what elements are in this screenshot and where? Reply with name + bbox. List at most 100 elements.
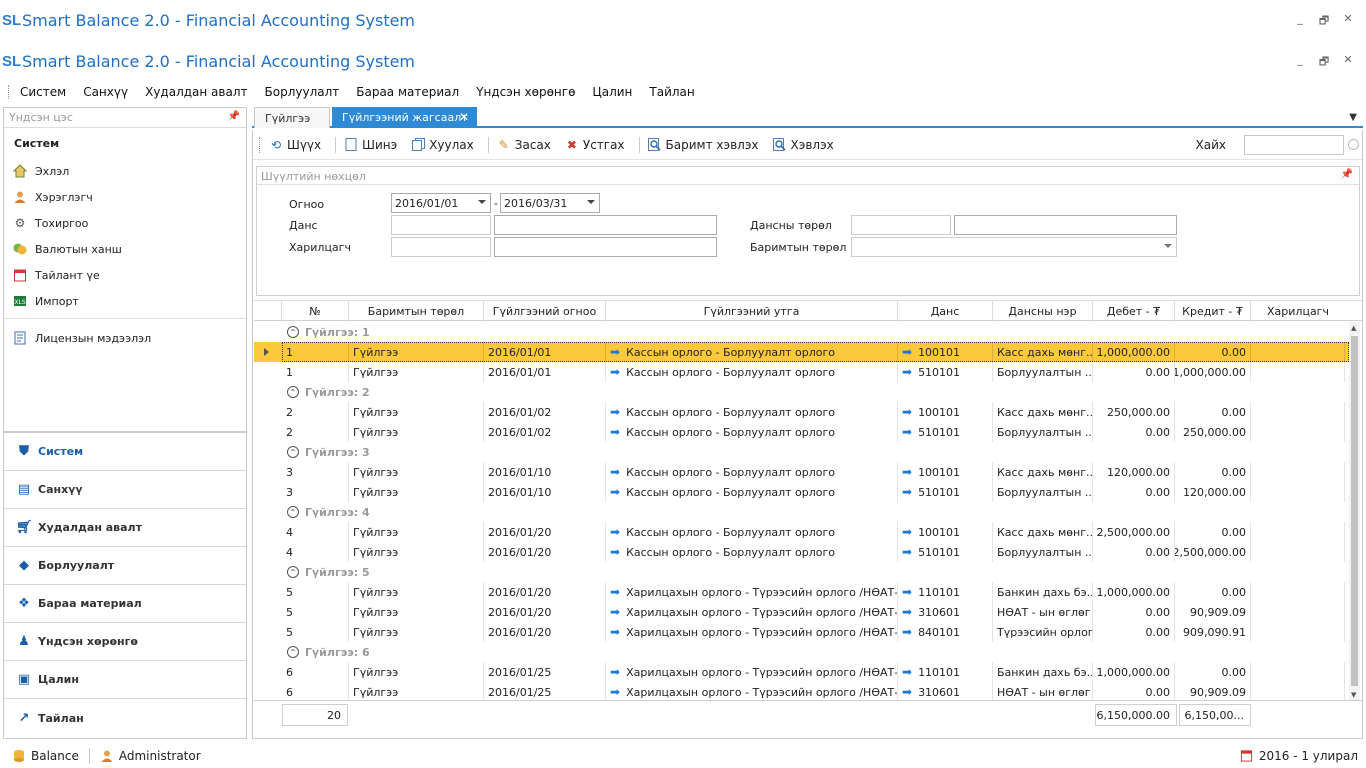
cell-account-name[interactable]: Борлуулалтын ...	[993, 542, 1093, 562]
cell-credit[interactable]: 0.00	[1175, 522, 1251, 542]
chevron-down-icon[interactable]	[587, 200, 595, 204]
restore-button[interactable]: 🗗	[1318, 12, 1330, 31]
row-indicator[interactable]	[254, 362, 282, 382]
cell-partner[interactable]	[1251, 462, 1345, 482]
cell-description[interactable]: ➡ Кассын орлого - Борлуулалт орлого	[606, 342, 898, 362]
cell-no[interactable]: 4	[282, 542, 349, 562]
sidebar-item-import[interactable]: XLS Импорт	[4, 288, 246, 314]
cell-account[interactable]: ➡ 100101	[898, 402, 993, 422]
menu-item-sales[interactable]: Борлуулалт	[265, 85, 340, 99]
row-indicator[interactable]	[254, 422, 282, 442]
edit-button[interactable]: ✎ Засах	[497, 138, 551, 152]
cell-no[interactable]: 5	[282, 622, 349, 642]
cell-account[interactable]: ➡ 100101	[898, 462, 993, 482]
collapse-toggle-icon[interactable]: ⌃	[287, 386, 299, 398]
cell-description[interactable]: ➡ Харилцахын орлого - Түрээсийн орлого /Н…	[606, 662, 898, 682]
cell-description[interactable]: ➡ Кассын орлого - Борлуулалт орлого	[606, 542, 898, 562]
sidebar-item-period[interactable]: Тайлант үе	[4, 262, 246, 288]
column-header-date[interactable]: Гүйлгээний огноо	[484, 301, 606, 322]
new-button[interactable]: Шинэ	[344, 138, 397, 152]
cell-account-name[interactable]: Банкин дахь бэ...	[993, 582, 1093, 602]
cell-description[interactable]: ➡ Харилцахын орлого - Түрээсийн орлого /Н…	[606, 682, 898, 700]
menu-item-system[interactable]: Систем	[20, 85, 66, 99]
account-type-name-field[interactable]	[954, 215, 1177, 235]
group-row[interactable]: ⌃ Гүйлгээ: 5	[254, 562, 1349, 582]
menu-item-purchase[interactable]: Худалдан авалт	[145, 85, 247, 99]
sidebar-item-currency[interactable]: Валютын ханш	[4, 236, 246, 262]
cell-debit[interactable]: 120,000.00	[1093, 462, 1175, 482]
cell-account[interactable]: ➡ 510101	[898, 482, 993, 502]
cell-partner[interactable]	[1251, 342, 1345, 362]
cell-doc-type[interactable]: Гүйлгээ	[349, 582, 484, 602]
row-indicator[interactable]	[254, 662, 282, 682]
cell-doc-type[interactable]: Гүйлгээ	[349, 602, 484, 622]
sidebar-item-user[interactable]: Хэрэглэгч	[4, 184, 246, 210]
column-header-account-name[interactable]: Дансны нэр	[993, 301, 1093, 322]
cell-credit[interactable]: 0.00	[1175, 662, 1251, 682]
minimize-button[interactable]: _	[1294, 53, 1306, 72]
cell-account[interactable]: ➡ 510101	[898, 362, 993, 382]
sidebar-search[interactable]: Үндсэн цэс 📌	[4, 108, 246, 128]
cell-debit[interactable]: 0.00	[1093, 542, 1175, 562]
cell-date[interactable]: 2016/01/25	[484, 662, 606, 682]
row-indicator[interactable]	[254, 402, 282, 422]
tab-transaction[interactable]: Гүйлгээ	[254, 107, 330, 128]
filter-button[interactable]: ⟲ Шүүх	[269, 138, 321, 152]
cell-description[interactable]: ➡ Харилцахын орлого - Түрээсийн орлого /Н…	[606, 602, 898, 622]
vertical-scrollbar[interactable]: ▲ ▼	[1349, 322, 1360, 700]
column-header-doc-type[interactable]: Баримтын төрөл	[349, 301, 484, 322]
cell-credit[interactable]: 90,909.09	[1175, 682, 1251, 700]
cell-date[interactable]: 2016/01/02	[484, 402, 606, 422]
cell-debit[interactable]: 1,000,000.00	[1093, 662, 1175, 682]
cell-date[interactable]: 2016/01/20	[484, 522, 606, 542]
cell-partner[interactable]	[1251, 542, 1345, 562]
cell-date[interactable]: 2016/01/20	[484, 622, 606, 642]
cell-partner[interactable]	[1251, 362, 1345, 382]
restore-button[interactable]: 🗗	[1318, 53, 1330, 72]
partner-name-field[interactable]	[494, 237, 717, 257]
cell-account[interactable]: ➡ 100101	[898, 522, 993, 542]
nav-button-purchase[interactable]: 🛒︎ Худалдан авалт	[4, 509, 246, 547]
menu-item-payroll[interactable]: Цалин	[592, 85, 632, 99]
minimize-button[interactable]: _	[1294, 12, 1306, 31]
date-to-field[interactable]: 2016/03/31	[500, 193, 600, 213]
cell-no[interactable]: 3	[282, 482, 349, 502]
cell-account[interactable]: ➡ 100101	[898, 342, 993, 362]
cell-debit[interactable]: 0.00	[1093, 422, 1175, 442]
table-row[interactable]: 5 Гүйлгээ 2016/01/20 ➡ Харилцахын орлого - Т…	[254, 602, 1349, 622]
cell-partner[interactable]	[1251, 582, 1345, 602]
table-row[interactable]: 4 Гүйлгээ 2016/01/20 ➡ Кассын орлого - Борлу…	[254, 522, 1349, 542]
menu-item-fixed-assets[interactable]: Үндсэн хөрөнгө	[476, 85, 575, 99]
scrollbar-thumb[interactable]	[1351, 336, 1358, 686]
cell-date[interactable]: 2016/01/10	[484, 482, 606, 502]
table-row[interactable]: 4 Гүйлгээ 2016/01/20 ➡ Кассын орлого - Борлу…	[254, 542, 1349, 562]
doc-type-select[interactable]	[851, 237, 1177, 257]
cell-date[interactable]: 2016/01/25	[484, 682, 606, 700]
print-document-button[interactable]: Баримт хэвлэх	[648, 138, 759, 152]
cell-debit[interactable]: 0.00	[1093, 622, 1175, 642]
cell-partner[interactable]	[1251, 602, 1345, 622]
date-from-field[interactable]: 2016/01/01	[391, 193, 491, 213]
pin-icon[interactable]: 📌	[228, 111, 240, 122]
column-header-partner[interactable]: Харилцагч	[1251, 301, 1345, 322]
cell-account[interactable]: ➡ 110101	[898, 582, 993, 602]
table-row[interactable]: 2 Гүйлгээ 2016/01/02 ➡ Кассын орлого - Борлу…	[254, 402, 1349, 422]
cell-debit[interactable]: 0.00	[1093, 682, 1175, 700]
cell-date[interactable]: 2016/01/01	[484, 362, 606, 382]
cell-doc-type[interactable]: Гүйлгээ	[349, 522, 484, 542]
cell-account-name[interactable]: Борлуулалтын ...	[993, 482, 1093, 502]
row-indicator[interactable]	[254, 622, 282, 642]
table-row[interactable]: 1 Гүйлгээ 2016/01/01 ➡ Кассын орлого - Борлу…	[254, 342, 1349, 362]
group-row[interactable]: ⌃ Гүйлгээ: 2	[254, 382, 1349, 402]
cell-doc-type[interactable]: Гүйлгээ	[349, 402, 484, 422]
cell-debit[interactable]: 0.00	[1093, 362, 1175, 382]
cell-description[interactable]: ➡ Кассын орлого - Борлуулалт орлого	[606, 482, 898, 502]
print-button[interactable]: Хэвлэх	[773, 138, 834, 152]
cell-debit[interactable]: 1,000,000.00	[1093, 342, 1175, 362]
close-button[interactable]: ✕	[1342, 12, 1354, 31]
cell-date[interactable]: 2016/01/01	[484, 342, 606, 362]
cell-no[interactable]: 1	[282, 362, 349, 382]
cell-description[interactable]: ➡ Кассын орлого - Борлуулалт орлого	[606, 422, 898, 442]
nav-button-system[interactable]: ⛊ Систем	[4, 433, 246, 471]
cell-debit[interactable]: 2,500,000.00	[1093, 522, 1175, 542]
